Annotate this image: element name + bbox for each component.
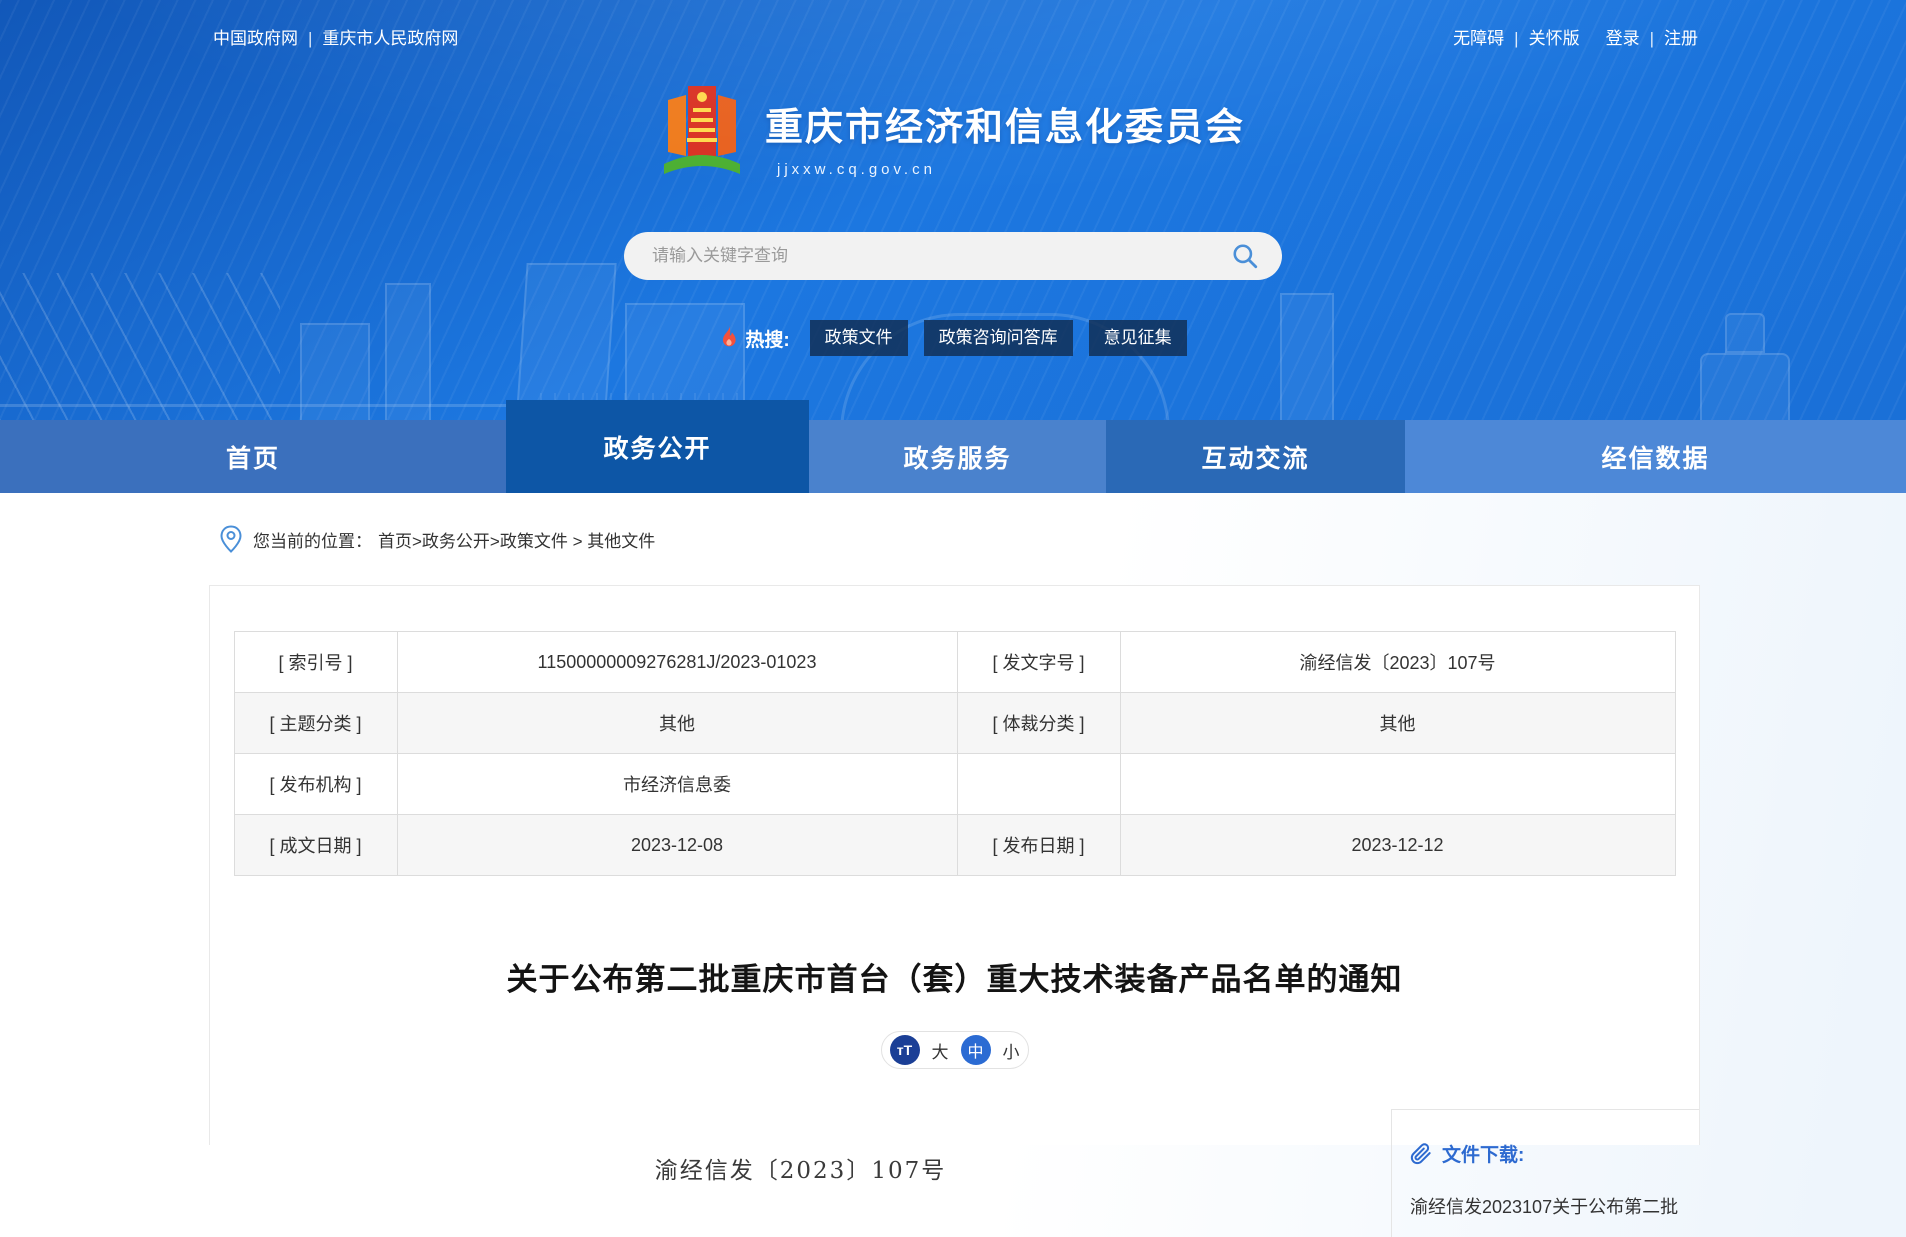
meta-label: [ 体裁分类 ] xyxy=(956,692,1121,754)
nav-tab-gov-disclosure[interactable]: 政务公开 xyxy=(506,400,809,493)
link-accessibility[interactable]: 无障碍 xyxy=(1453,29,1504,48)
meta-label: [ 成文日期 ] xyxy=(233,814,398,876)
meta-value: 其他 xyxy=(396,692,958,754)
topbar-left-links: 中国政府网 | 重庆市人民政府网 xyxy=(213,29,459,48)
font-size-control: тT 大 中 小 xyxy=(880,1031,1029,1069)
table-row: [ 发布机构 ] 市经济信息委 xyxy=(233,753,1676,815)
breadcrumb-trail[interactable]: 首页>政务公开>政策文件 > 其他文件 xyxy=(378,527,655,552)
meta-label: [ 索引号 ] xyxy=(233,631,398,693)
document-meta-table: [ 索引号 ] 11500000009276281J/2023-01023 [ … xyxy=(233,631,1676,876)
document-number: 渝经信发〔2023〕107号 xyxy=(654,1158,947,1184)
document-area: 渝经信发〔2023〕107号 重庆市经济和信息化委员会 文件下载: 渝经信发20… xyxy=(210,1109,1699,1237)
site-header: 中国政府网 | 重庆市人民政府网 无障碍 | 关怀版 登录 | 注册 重庆市经济和信息化委员会… xyxy=(0,0,1906,493)
top-utility-bar: 中国政府网 | 重庆市人民政府网 无障碍 | 关怀版 登录 | 注册 xyxy=(0,24,1906,49)
agency-emblem-icon xyxy=(663,86,740,174)
meta-label: [ 发文字号 ] xyxy=(956,631,1121,693)
font-size-large-button[interactable]: 大 xyxy=(932,1038,949,1063)
map-pin-icon xyxy=(220,525,242,553)
search-input[interactable] xyxy=(652,246,1230,266)
meta-label: [ 发布机构 ] xyxy=(233,753,398,815)
meta-value xyxy=(1119,753,1676,815)
nav-tab-interaction[interactable]: 互动交流 xyxy=(1106,420,1405,493)
link-care-version[interactable]: 关怀版 xyxy=(1529,29,1580,48)
main-nav: 首页 政务公开 政务服务 互动交流 经信数据 xyxy=(0,400,1906,493)
link-china-gov[interactable]: 中国政府网 xyxy=(213,29,298,48)
search-box xyxy=(624,232,1282,280)
file-download-link[interactable]: 渝经信发2023107关于公布第二批重庆市首台（套）重大技术装备... xyxy=(1410,1185,1691,1237)
meta-value: 市经济信息委 xyxy=(396,753,958,815)
meta-label xyxy=(956,753,1121,815)
meta-label: [ 主题分类 ] xyxy=(233,692,398,754)
site-logo[interactable]: 重庆市经济和信息化委员会 jjxxw.cq.gov.cn xyxy=(661,84,1245,178)
nav-tab-data[interactable]: 经信数据 xyxy=(1405,420,1906,493)
hot-search-label: 热搜: xyxy=(719,325,790,352)
meta-value: 2023-12-08 xyxy=(396,814,958,876)
hot-tag-feedback[interactable]: 意见征集 xyxy=(1088,320,1187,356)
nav-tab-gov-services[interactable]: 政务服务 xyxy=(809,420,1106,493)
search-row xyxy=(0,232,1906,280)
article-title: 关于公布第二批重庆市首台（套）重大技术装备产品名单的通知 xyxy=(506,962,1403,997)
table-row: [ 主题分类 ] 其他 [ 体裁分类 ] 其他 xyxy=(233,692,1676,754)
meta-value: 2023-12-12 xyxy=(1119,814,1676,876)
logo-row: 重庆市经济和信息化委员会 jjxxw.cq.gov.cn xyxy=(0,84,1906,178)
breadcrumb-label: 您当前的位置： xyxy=(253,531,372,551)
file-download-heading: 文件下载: xyxy=(1410,1140,1691,1167)
main-area: 您当前的位置： 首页>政务公开>政策文件 > 其他文件 [ 索引号 ] 1150… xyxy=(0,493,1906,1237)
site-domain: jjxxw.cq.gov.cn xyxy=(776,161,936,178)
link-cq-gov[interactable]: 重庆市人民政府网 xyxy=(322,29,458,48)
search-button[interactable] xyxy=(1230,241,1260,271)
document-body: 渝经信发〔2023〕107号 重庆市经济和信息化委员会 xyxy=(210,1109,1391,1237)
font-size-icon[interactable]: тT xyxy=(889,1035,920,1065)
paperclip-icon xyxy=(1410,1142,1431,1164)
link-login[interactable]: 登录 xyxy=(1606,29,1640,48)
table-row: [ 成文日期 ] 2023-12-08 [ 发布日期 ] 2023-12-12 xyxy=(233,814,1676,876)
hot-search-row: 热搜: 政策文件 政策咨询问答库 意见征集 xyxy=(0,320,1906,356)
meta-label: [ 发布日期 ] xyxy=(956,814,1121,876)
article-card: [ 索引号 ] 11500000009276281J/2023-01023 [ … xyxy=(209,585,1700,1237)
breadcrumb: 您当前的位置： 首页>政务公开>政策文件 > 其他文件 xyxy=(0,493,1906,585)
site-title: 重庆市经济和信息化委员会 xyxy=(764,107,1245,149)
link-register[interactable]: 注册 xyxy=(1664,29,1698,48)
font-size-control-row: тT 大 中 小 xyxy=(210,1031,1699,1069)
meta-value: 11500000009276281J/2023-01023 xyxy=(396,631,958,693)
topbar-right-links: 无障碍 | 关怀版 登录 | 注册 xyxy=(1453,29,1698,48)
magnifier-icon xyxy=(1233,244,1258,269)
hot-tag-policy-qa[interactable]: 政策咨询问答库 xyxy=(923,320,1073,356)
file-download-panel: 文件下载: 渝经信发2023107关于公布第二批重庆市首台（套）重大技术装备..… xyxy=(1391,1109,1699,1237)
font-size-medium-button[interactable]: 中 xyxy=(960,1035,991,1065)
hot-tag-policy-files[interactable]: 政策文件 xyxy=(809,320,908,356)
table-row: [ 索引号 ] 11500000009276281J/2023-01023 [ … xyxy=(233,631,1676,693)
meta-value: 其他 xyxy=(1119,692,1676,754)
nav-tab-home[interactable]: 首页 xyxy=(0,420,506,493)
meta-value: 渝经信发〔2023〕107号 xyxy=(1119,631,1676,693)
flame-icon xyxy=(723,326,736,347)
font-size-small-button[interactable]: 小 xyxy=(1003,1038,1020,1063)
